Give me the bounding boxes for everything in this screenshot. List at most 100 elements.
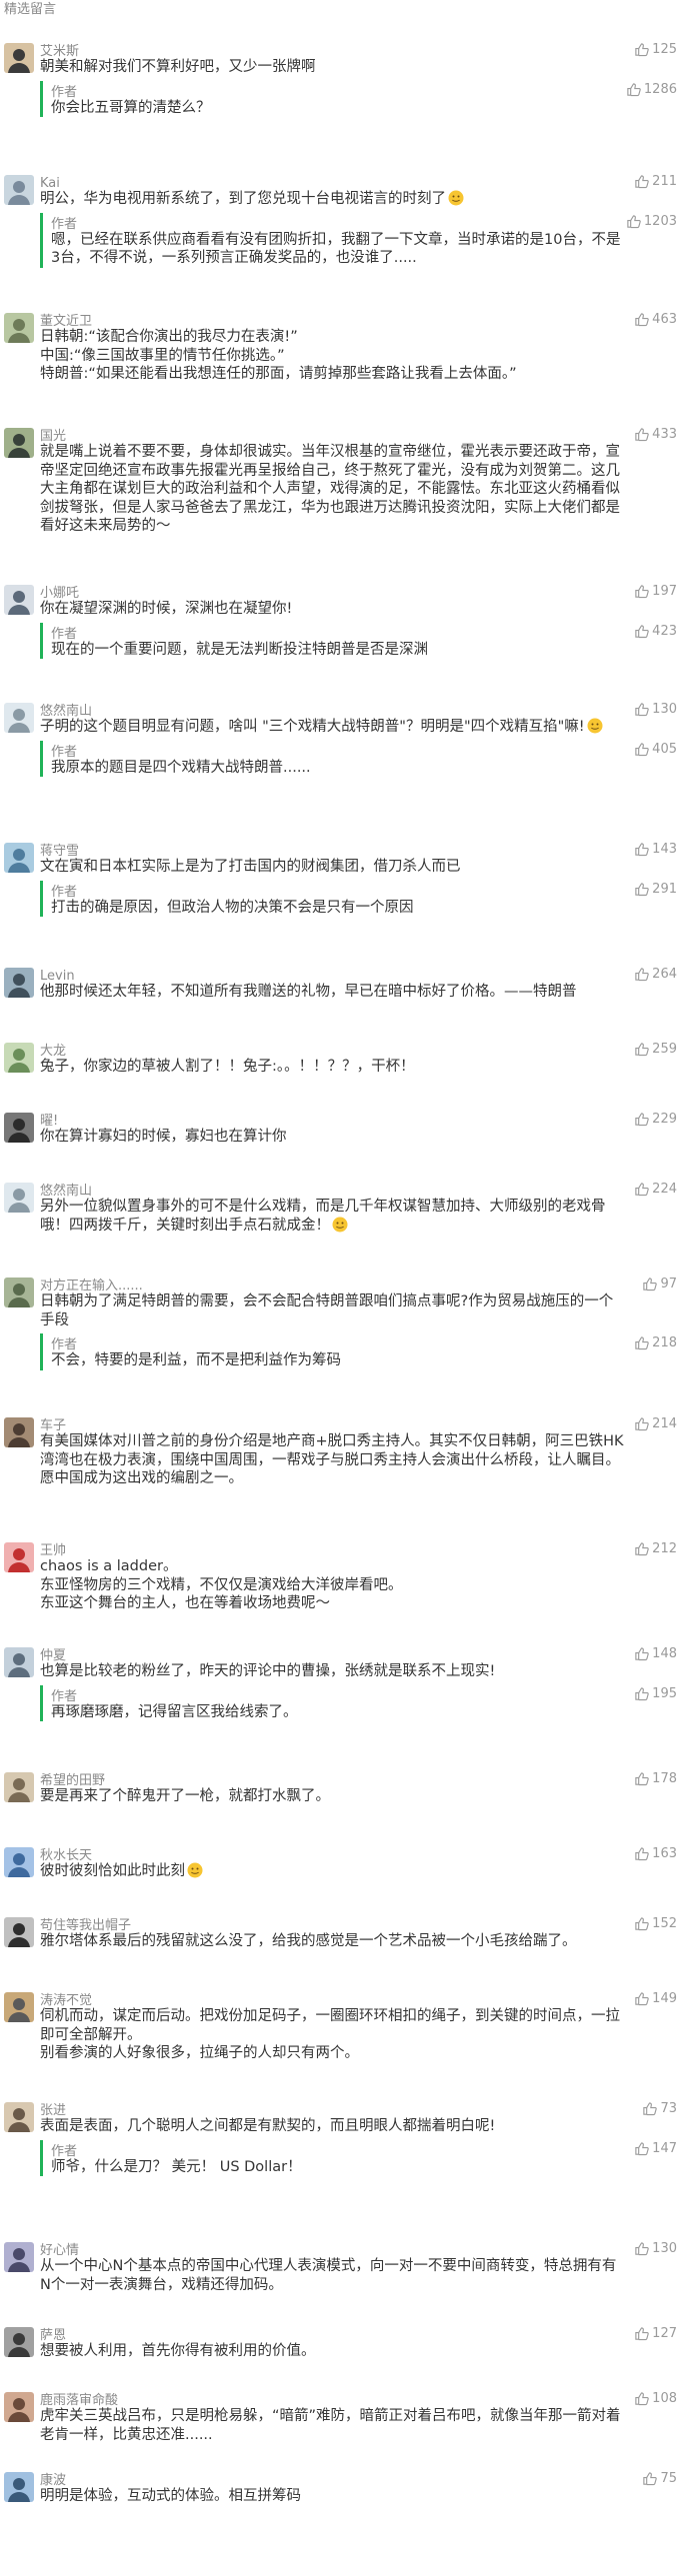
comment-item: 悠然南山 224 另外一位貌似置身事外的可不是什么戏精，而是几千年权谋智慧加持、大师…	[0, 1180, 693, 1235]
reply-like-button[interactable]: 291	[634, 881, 677, 899]
like-count: 218	[652, 1334, 677, 1350]
like-button[interactable]: 130	[634, 700, 677, 718]
avatar[interactable]	[4, 2472, 34, 2502]
like-count: 108	[652, 2390, 677, 2406]
like-count: 1286	[643, 82, 677, 97]
like-button[interactable]: 125	[634, 40, 677, 58]
avatar[interactable]	[4, 2242, 34, 2272]
like-button[interactable]: 178	[634, 1769, 677, 1787]
like-button[interactable]: 264	[634, 965, 677, 983]
like-count: 143	[652, 841, 677, 857]
comment-body: 朝美和解对我们不算利好吧，又少一张牌啊	[40, 59, 316, 75]
like-count: 195	[652, 1686, 677, 1701]
avatar[interactable]	[4, 2102, 34, 2132]
avatar[interactable]	[4, 1542, 34, 1572]
author-label: 作者	[51, 216, 78, 232]
comment-item: Kai 211 明公，华为电视用新系统了，到了您兑现十台电视诺言的时刻了 作者 1203…	[0, 172, 693, 268]
thumb-up-icon	[634, 842, 649, 857]
reply-like-button[interactable]: 405	[634, 741, 677, 759]
comment-text: 有美国媒体对川普之前的身份介绍是地产商+脱口秀主持人。其实不仅日韩朝，阿三巴铁H…	[40, 1432, 683, 1488]
avatar[interactable]	[4, 313, 34, 343]
commenter-name: Levin	[40, 969, 75, 984]
avatar[interactable]	[4, 1278, 34, 1307]
like-count: 264	[652, 966, 677, 982]
avatar[interactable]	[4, 1183, 34, 1213]
avatar[interactable]	[4, 428, 34, 458]
like-button[interactable]: 214	[634, 1414, 677, 1432]
reply-like-button[interactable]: 147	[634, 2140, 677, 2158]
thumb-up-icon	[634, 174, 649, 189]
reply-like-button[interactable]: 1203	[626, 213, 677, 231]
like-button[interactable]: 73	[642, 2099, 677, 2117]
reply-like-button[interactable]: 195	[634, 1685, 677, 1703]
like-button[interactable]: 143	[634, 840, 677, 858]
commenter-name: 希望的田野	[40, 1773, 106, 1788]
comment-item: 艾米斯 125 朝美和解对我们不算利好吧，又少一张牌啊 作者 1286 你会比五哥算的清楚…	[0, 40, 693, 117]
like-button[interactable]: 152	[634, 1914, 677, 1932]
comment-item: 张进 73 表面是表面，几个聪明人之间都是有默契的，而且明眼人都揣着明白呢! 作者 14…	[0, 2099, 693, 2176]
like-button[interactable]: 212	[634, 1539, 677, 1557]
thumb-up-icon	[634, 2326, 649, 2341]
like-button[interactable]: 197	[634, 582, 677, 600]
avatar[interactable]	[4, 43, 34, 73]
thumb-up-icon	[634, 1646, 649, 1661]
avatar[interactable]	[4, 968, 34, 998]
like-button[interactable]: 433	[634, 425, 677, 443]
commenter-name: 艾米斯	[40, 44, 80, 59]
like-button[interactable]: 75	[642, 2469, 677, 2487]
avatar[interactable]	[4, 1647, 34, 1677]
commenter-name: 曜!	[40, 1114, 59, 1129]
avatar[interactable]	[4, 843, 34, 873]
comment-text: 伺机而动，谋定而后动。把戏份加足码子，一圈圈环环相扣的绳子，到关键的时间点，一拉…	[40, 2007, 683, 2063]
like-button[interactable]: 224	[634, 1180, 677, 1198]
like-count: 147	[652, 2141, 677, 2156]
like-count: 1203	[643, 214, 677, 229]
like-count: 197	[652, 583, 677, 599]
author-label: 作者	[51, 884, 78, 900]
comment-text: 从一个中心N个基本点的帝国中心代理人表演模式，向一对一不要中间商转变，特总拥有有…	[40, 2257, 683, 2294]
reply-like-button[interactable]: 423	[634, 623, 677, 641]
avatar[interactable]	[4, 1417, 34, 1447]
like-button[interactable]: 108	[634, 2389, 677, 2407]
like-count: 127	[652, 2325, 677, 2341]
avatar[interactable]	[4, 585, 34, 615]
commenter-name: 苟住等我出帽子	[40, 1918, 132, 1933]
author-reply: 作者 147 师爷，什么是刀？ 美元！ US Dollar！	[40, 2139, 683, 2176]
comment-item: 对方正在输入...... 97 日韩朝为了满足特朗普的需要，会不会配合特朗普跟咱们搞…	[0, 1275, 693, 1370]
avatar[interactable]	[4, 1847, 34, 1877]
section-title: 精选留言	[4, 2, 57, 17]
thumb-up-icon	[642, 2471, 658, 2486]
reply-like-button[interactable]: 218	[634, 1333, 677, 1351]
like-button[interactable]: 211	[634, 172, 677, 190]
comment-item: 小娜吒 197 你在凝望深渊的时候，深渊也在凝望你! 作者 423 现在的一个重要问题，就…	[0, 582, 693, 659]
comment-body: 虎牢关三英战吕布，只是明枪易躲，“暗箭”难防，暗箭正对着吕布吧，就像当年那一箭对…	[40, 2408, 621, 2443]
avatar[interactable]	[4, 703, 34, 733]
comment-body: 从一个中心N个基本点的帝国中心代理人表演模式，向一对一不要中间商转变，特总拥有有…	[40, 2258, 617, 2293]
like-button[interactable]: 127	[634, 2324, 677, 2342]
like-button[interactable]: 97	[642, 1275, 677, 1292]
comment-item: 仲夏 148 也算是比较老的粉丝了，昨天的评论中的曹操，张绣就是联系不上现实! 作者 1…	[0, 1644, 693, 1721]
thumb-up-icon	[634, 2391, 649, 2406]
like-button[interactable]: 149	[634, 1989, 677, 2007]
avatar[interactable]	[4, 1772, 34, 1802]
like-button[interactable]: 229	[634, 1110, 677, 1128]
like-button[interactable]: 148	[634, 1644, 677, 1662]
avatar[interactable]	[4, 1917, 34, 1947]
like-button[interactable]: 259	[634, 1040, 677, 1058]
comment-body: 就是嘴上说着不要不要，身体却很诚实。当年汉根基的宣帝继位，霍光表示要还政于帝，宣…	[40, 444, 620, 534]
avatar[interactable]	[4, 1113, 34, 1143]
avatar[interactable]	[4, 1992, 34, 2022]
reply-like-button[interactable]: 1286	[626, 81, 677, 99]
avatar[interactable]	[4, 175, 34, 205]
like-button[interactable]: 130	[634, 2239, 677, 2257]
comment-item: 大龙 259 兔子，你家边的草被人割了！！兔子:。。！！？？，干杯！	[0, 1040, 693, 1077]
avatar[interactable]	[4, 1043, 34, 1073]
comment-text: 另外一位貌似置身事外的可不是什么戏精，而是几千年权谋智慧加持、大师级别的老戏骨哦…	[40, 1198, 683, 1235]
like-button[interactable]: 163	[634, 1844, 677, 1862]
commenter-name: 董文近卫	[40, 314, 93, 329]
comment-text: 兔子，你家边的草被人割了！！兔子:。。！！？？，干杯！	[40, 1058, 683, 1077]
avatar[interactable]	[4, 2327, 34, 2357]
commenter-name: 国光	[40, 429, 67, 444]
avatar[interactable]	[4, 2392, 34, 2422]
like-button[interactable]: 463	[634, 310, 677, 328]
